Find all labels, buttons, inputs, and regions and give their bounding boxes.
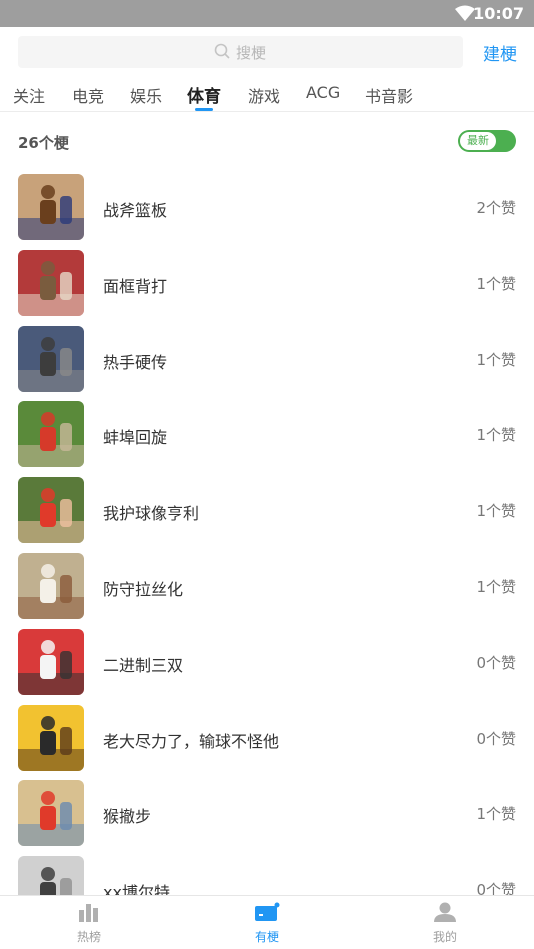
like-count: 1个赞 bbox=[476, 350, 516, 369]
nav-memes-label: 有梗 bbox=[254, 930, 279, 944]
meme-title: 猴撤步 bbox=[103, 807, 152, 827]
list-item[interactable]: 面框背打 1个赞 bbox=[0, 246, 534, 322]
wifi-icon bbox=[455, 5, 475, 25]
bottom-nav: 热榜 有梗 我的 bbox=[0, 895, 534, 949]
like-count: 1个赞 bbox=[476, 502, 516, 521]
meme-list: 战斧篮板 2个赞 面框背打 1个赞 热手硬传 1个赞 蚌埠回旋 1个赞 我护球像亨利 1个赞 防守拉… bbox=[0, 170, 534, 895]
meme-thumbnail bbox=[18, 325, 84, 392]
meme-thumbnail bbox=[18, 249, 84, 316]
like-count: 1个赞 bbox=[476, 426, 516, 445]
list-item[interactable]: 战斧篮板 2个赞 bbox=[0, 170, 534, 246]
meme-title: 面框背打 bbox=[103, 276, 168, 296]
tab-follow[interactable]: 关注 bbox=[13, 83, 45, 107]
meme-thumbnail bbox=[18, 553, 84, 619]
status-time: 10:07 bbox=[473, 4, 524, 23]
meme-thumbnail bbox=[18, 477, 84, 544]
meme-title: xx博尔特 bbox=[103, 883, 170, 895]
list-item[interactable]: xx博尔特 0个赞 bbox=[0, 852, 534, 895]
tab-sports[interactable]: 体育 bbox=[187, 82, 221, 107]
list-item[interactable]: 猴撤步 1个赞 bbox=[0, 776, 534, 852]
list-item[interactable]: 老大尽力了，输球不怪他 0个赞 bbox=[0, 701, 534, 777]
meme-title: 老大尽力了，输球不怪他 bbox=[103, 731, 280, 751]
active-tab-indicator bbox=[195, 108, 213, 111]
like-count: 1个赞 bbox=[476, 274, 516, 293]
meme-title: 蚌埠回旋 bbox=[103, 428, 168, 448]
tab-entertainment[interactable]: 娱乐 bbox=[130, 83, 162, 107]
create-meme-button[interactable]: 建梗 bbox=[483, 40, 517, 65]
bar-chart-icon bbox=[76, 904, 102, 926]
like-count: 0个赞 bbox=[476, 653, 516, 672]
list-item[interactable]: 热手硬传 1个赞 bbox=[0, 322, 534, 398]
like-count: 1个赞 bbox=[476, 578, 516, 596]
like-count: 1个赞 bbox=[476, 805, 516, 824]
search-header: 搜梗 建梗 bbox=[0, 27, 534, 75]
person-icon bbox=[432, 902, 458, 926]
meme-title: 我护球像亨利 bbox=[103, 504, 200, 524]
sort-toggle-label: 最新 bbox=[460, 132, 496, 150]
card-icon bbox=[254, 902, 280, 926]
list-header: 26个梗 最新 bbox=[0, 113, 534, 169]
like-count: 2个赞 bbox=[476, 199, 516, 217]
list-item[interactable]: 防守拉丝化 1个赞 bbox=[0, 549, 534, 625]
like-count: 0个赞 bbox=[476, 729, 516, 748]
like-count: 0个赞 bbox=[476, 881, 516, 895]
nav-profile[interactable]: 我的 bbox=[400, 902, 490, 945]
tab-acg[interactable]: ACG bbox=[306, 83, 340, 102]
list-item[interactable]: 我护球像亨利 1个赞 bbox=[0, 473, 534, 549]
meme-thumbnail bbox=[18, 704, 84, 771]
meme-title: 二进制三双 bbox=[103, 655, 184, 675]
tab-games[interactable]: 游戏 bbox=[248, 83, 280, 107]
sort-latest-toggle[interactable]: 最新 bbox=[458, 130, 516, 152]
search-input[interactable]: 搜梗 bbox=[18, 36, 463, 68]
tab-esports[interactable]: 电竞 bbox=[72, 83, 104, 107]
nav-hot[interactable]: 热榜 bbox=[44, 902, 134, 945]
meme-thumbnail bbox=[18, 780, 84, 847]
nav-memes[interactable]: 有梗 bbox=[222, 902, 312, 945]
meme-title: 热手硬传 bbox=[103, 352, 168, 372]
nav-hot-label: 热榜 bbox=[76, 930, 101, 944]
meme-thumbnail bbox=[18, 856, 84, 895]
tab-books-music-film[interactable]: 书音影 bbox=[365, 83, 413, 107]
meme-title: 战斧篮板 bbox=[103, 201, 168, 220]
category-tabs: 关注 电竞 娱乐 体育 游戏 ACG 书音影 bbox=[0, 75, 534, 112]
meme-title: 防守拉丝化 bbox=[103, 580, 184, 599]
status-bar: 10:07 bbox=[0, 0, 534, 27]
meme-thumbnail bbox=[18, 628, 84, 695]
meme-thumbnail bbox=[18, 401, 84, 468]
list-item[interactable]: 蚌埠回旋 1个赞 bbox=[0, 397, 534, 473]
meme-thumbnail bbox=[18, 174, 84, 240]
nav-profile-label: 我的 bbox=[432, 930, 457, 944]
search-placeholder: 搜梗 bbox=[236, 44, 267, 62]
meme-count: 26个梗 bbox=[18, 134, 69, 152]
search-icon bbox=[214, 43, 230, 63]
list-item[interactable]: 二进制三双 0个赞 bbox=[0, 625, 534, 701]
